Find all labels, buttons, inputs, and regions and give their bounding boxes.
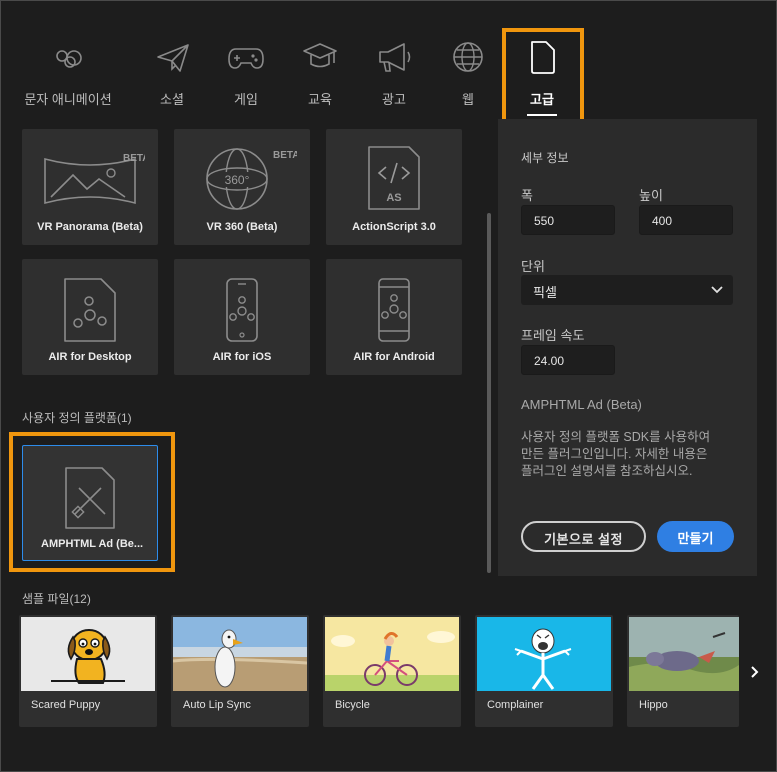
tab-label: 광고 [382, 92, 406, 107]
character-animation-icon [56, 50, 82, 68]
beta-badge: BETA [273, 150, 297, 161]
template-air-desktop[interactable]: AIR for Desktop [22, 259, 158, 375]
custom-platforms-heading: 사용자 정의 플랫폼(1) [22, 411, 132, 425]
width-label: 폭 [521, 188, 533, 203]
document-icon [531, 41, 555, 74]
sample-scared-puppy[interactable]: Scared Puppy [19, 615, 157, 727]
sample-thumbnail [21, 617, 155, 691]
as-file-tag: AS [386, 192, 401, 204]
platform-name: AMPHTML Ad (Beta) [521, 397, 642, 412]
template-name: AIR for iOS [212, 351, 272, 363]
tab-label: 웹 [462, 92, 474, 107]
sample-name: Hippo [639, 699, 668, 711]
template-air-ios[interactable]: AIR for iOS [174, 259, 310, 375]
platform-description-line: 만든 플러그인입니다. 자세한 내용은 [521, 447, 708, 461]
sample-name: Complainer [487, 699, 544, 711]
sample-name: Scared Puppy [31, 699, 101, 711]
units-dropdown[interactable]: 픽셀 [521, 275, 733, 305]
sample-hippo[interactable]: Hippo [627, 615, 739, 727]
units-label: 단위 [521, 259, 545, 274]
template-air-android[interactable]: AIR for Android [326, 259, 462, 375]
vr-360-icon: 360° BETA [206, 148, 297, 210]
tab-label: 소셜 [160, 92, 184, 107]
tab-advanced[interactable]: 고급 [518, 37, 566, 116]
sample-thumbnail [629, 617, 739, 691]
sample-thumbnail [477, 617, 611, 691]
tab-label: 고급 [530, 92, 554, 107]
template-name: AMPHTML Ad (Be... [41, 538, 144, 550]
template-vr-360[interactable]: 360° BETA VR 360 (Beta) [174, 129, 310, 245]
actionscript-file-icon: AS [368, 146, 420, 210]
sample-name: Bicycle [335, 699, 370, 711]
tab-web[interactable]: 웹 [444, 37, 492, 111]
globe-icon [453, 42, 483, 72]
sample-thumbnail [173, 617, 307, 691]
templates-scrollbar[interactable] [487, 213, 491, 573]
platform-description-line: 사용자 정의 플랫폼 SDK를 사용하여 [521, 430, 711, 444]
set-default-button[interactable]: 기본으로 설정 [521, 521, 646, 552]
panorama-icon: BETA [44, 153, 145, 205]
create-button[interactable]: 만들기 [657, 521, 734, 552]
paper-plane-icon [157, 44, 189, 72]
sample-thumbnail [325, 617, 459, 691]
megaphone-icon [379, 43, 411, 72]
platform-description-line: 플러그인 설명서를 참조하십시오. [521, 464, 693, 478]
units-value: 픽셀 [533, 285, 557, 300]
tab-character-animation[interactable]: 문자 애니메이션 [15, 37, 121, 111]
template-name: VR Panorama (Beta) [37, 221, 143, 233]
height-input[interactable]: 400 [639, 205, 733, 235]
amphtml-file-icon [65, 467, 115, 529]
tab-game[interactable]: 게임 [222, 37, 270, 111]
height-label: 높이 [639, 188, 663, 203]
template-amphtml-ad[interactable]: AMPHTML Ad (Be... [22, 445, 158, 561]
template-name: AIR for Android [353, 351, 435, 363]
template-name: AIR for Desktop [48, 351, 132, 363]
new-document-dialog: 문자 애니메이션 소셜 게임 교육 광고 웹 고급 BET VR Panoram… [0, 0, 777, 772]
sample-name: Auto Lip Sync [183, 699, 251, 711]
tab-label: 교육 [308, 92, 332, 107]
air-desktop-icon [64, 278, 116, 342]
sample-complainer[interactable]: Complainer [475, 615, 613, 727]
fps-label: 프레임 속도 [521, 328, 585, 343]
tab-education[interactable]: 교육 [296, 37, 344, 111]
template-name: ActionScript 3.0 [352, 221, 436, 233]
graduation-cap-icon [303, 43, 337, 68]
template-actionscript[interactable]: AS ActionScript 3.0 [326, 129, 462, 245]
tab-label: 문자 애니메이션 [24, 92, 112, 107]
air-android-icon [378, 278, 410, 342]
details-heading: 세부 정보 [521, 151, 569, 165]
width-input[interactable]: 550 [521, 205, 615, 235]
fps-input[interactable]: 24.00 [521, 345, 615, 375]
sample-auto-lip-sync[interactable]: Auto Lip Sync [171, 615, 309, 727]
tab-label: 게임 [234, 92, 258, 107]
sample-files-heading: 샘플 파일(12) [22, 592, 91, 606]
tab-social[interactable]: 소셜 [148, 37, 196, 111]
active-tab-underline [527, 114, 557, 116]
vr-360-text: 360° [225, 173, 250, 187]
template-vr-panorama[interactable]: BETA VR Panorama (Beta) [22, 129, 158, 245]
gamepad-icon [228, 48, 264, 69]
template-name: VR 360 (Beta) [206, 221, 278, 233]
chevron-down-icon [711, 286, 723, 294]
beta-badge: BETA [123, 153, 145, 164]
chevron-right-icon[interactable] [747, 661, 763, 683]
tab-advertising[interactable]: 광고 [370, 37, 418, 111]
air-ios-icon [226, 278, 258, 342]
sample-bicycle[interactable]: Bicycle [323, 615, 461, 727]
